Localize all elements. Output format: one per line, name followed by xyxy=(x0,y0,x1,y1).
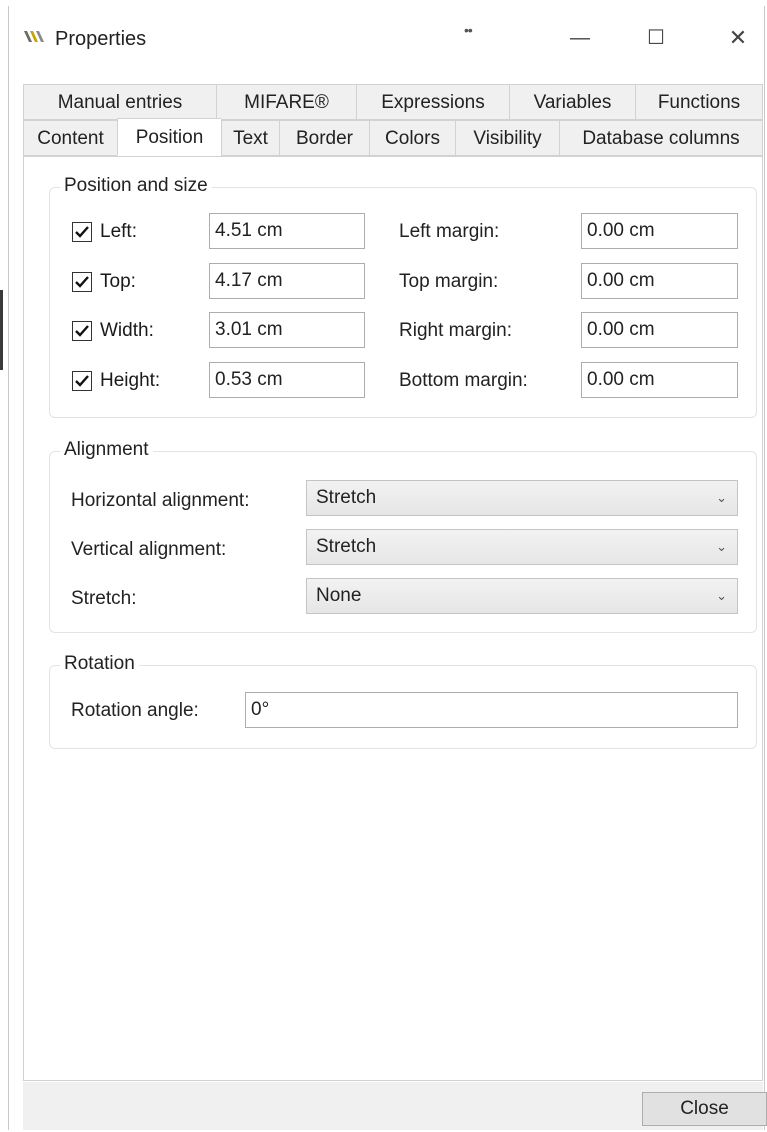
vertical-alignment-label: Vertical alignment: xyxy=(71,539,227,560)
tab-position[interactable]: Position xyxy=(117,118,221,156)
height-field[interactable]: 0.53 cm xyxy=(209,362,365,398)
tab-database-columns[interactable]: Database columns xyxy=(559,120,763,156)
chevron-down-icon: ⌄ xyxy=(716,539,727,554)
checkmark-icon xyxy=(75,226,89,238)
stretch-select[interactable]: None ⌄ xyxy=(306,578,738,614)
tab-mifare[interactable]: MIFARE® xyxy=(216,84,356,120)
alignment-group: Alignment Horizontal alignment: Stretch … xyxy=(49,439,757,633)
top-checkbox-row[interactable]: Top: xyxy=(72,271,136,293)
left-label: Left: xyxy=(100,221,137,242)
tab-functions[interactable]: Functions xyxy=(635,84,763,120)
top-margin-field[interactable]: 0.00 cm xyxy=(581,263,738,299)
rotation-angle-label: Rotation angle: xyxy=(71,700,199,721)
left-margin-field[interactable]: 0.00 cm xyxy=(581,213,738,249)
position-size-group: Position and size Left: 4.51 cm Top: 4.1… xyxy=(49,175,757,418)
tab-text[interactable]: Text xyxy=(221,120,279,156)
left-checkbox[interactable] xyxy=(72,222,92,242)
chevron-down-icon: ⌄ xyxy=(716,490,727,505)
top-margin-label: Top margin: xyxy=(399,271,499,292)
rotation-angle-field[interactable]: 0° xyxy=(245,692,738,728)
tab-expressions[interactable]: Expressions xyxy=(356,84,509,120)
maximize-button[interactable]: ☐ xyxy=(633,20,679,56)
stretch-label: Stretch: xyxy=(71,588,137,609)
width-checkbox-row[interactable]: Width: xyxy=(72,320,154,342)
close-window-button[interactable]: ✕ xyxy=(715,20,761,56)
horizontal-alignment-label: Horizontal alignment: xyxy=(71,490,250,511)
checkmark-icon xyxy=(75,375,89,387)
height-checkbox-row[interactable]: Height: xyxy=(72,370,160,392)
group-title-position-size: Position and size xyxy=(60,175,212,197)
left-checkbox-row[interactable]: Left: xyxy=(72,221,137,243)
right-margin-field[interactable]: 0.00 cm xyxy=(581,312,738,348)
top-label: Top: xyxy=(100,271,136,292)
close-button[interactable]: Close xyxy=(642,1092,767,1126)
vertical-alignment-value: Stretch xyxy=(316,536,377,557)
horizontal-alignment-select[interactable]: Stretch ⌄ xyxy=(306,480,738,516)
horizontal-alignment-value: Stretch xyxy=(316,487,377,508)
height-label: Height: xyxy=(100,370,161,391)
width-checkbox[interactable] xyxy=(72,321,92,341)
tab-row-back: Manual entries MIFARE® Expressions Varia… xyxy=(23,84,763,120)
properties-dialog: Properties •• — ☐ ✕ Manual entries MIFAR… xyxy=(8,6,767,1130)
background-window-edge xyxy=(0,290,3,370)
right-margin-label: Right margin: xyxy=(399,320,512,341)
top-field[interactable]: 4.17 cm xyxy=(209,263,365,299)
tab-manual-entries[interactable]: Manual entries xyxy=(23,84,216,120)
left-field[interactable]: 4.51 cm xyxy=(209,213,365,249)
tab-content[interactable]: Content xyxy=(23,120,117,156)
checkmark-icon xyxy=(75,325,89,337)
dialog-footer: Close xyxy=(23,1082,767,1130)
top-checkbox[interactable] xyxy=(72,272,92,292)
width-label: Width: xyxy=(100,320,154,341)
position-tab-panel: Position and size Left: 4.51 cm Top: 4.1… xyxy=(23,156,763,1081)
tab-colors[interactable]: Colors xyxy=(369,120,455,156)
window-title: Properties xyxy=(55,28,147,50)
height-checkbox[interactable] xyxy=(72,371,92,391)
group-title-rotation: Rotation xyxy=(60,653,139,675)
checkmark-icon xyxy=(75,276,89,288)
vertical-alignment-select[interactable]: Stretch ⌄ xyxy=(306,529,738,565)
drag-grip-icon: •• xyxy=(464,22,473,38)
group-title-alignment: Alignment xyxy=(60,439,153,461)
tab-border[interactable]: Border xyxy=(279,120,369,156)
stretch-value: None xyxy=(316,585,362,606)
tab-visibility[interactable]: Visibility xyxy=(455,120,559,156)
rotation-group: Rotation Rotation angle: 0° xyxy=(49,653,757,749)
bottom-margin-field[interactable]: 0.00 cm xyxy=(581,362,738,398)
tab-row-front: Content Position Text Border Colors Visi… xyxy=(23,118,763,156)
left-margin-label: Left margin: xyxy=(399,221,500,242)
app-logo-icon xyxy=(23,28,47,44)
chevron-down-icon: ⌄ xyxy=(716,588,727,603)
tab-strip: Manual entries MIFARE® Expressions Varia… xyxy=(23,84,763,156)
tab-variables[interactable]: Variables xyxy=(509,84,635,120)
width-field[interactable]: 3.01 cm xyxy=(209,312,365,348)
title-bar[interactable]: Properties •• — ☐ ✕ xyxy=(9,6,764,68)
bottom-margin-label: Bottom margin: xyxy=(399,370,528,391)
minimize-button[interactable]: — xyxy=(557,20,603,56)
